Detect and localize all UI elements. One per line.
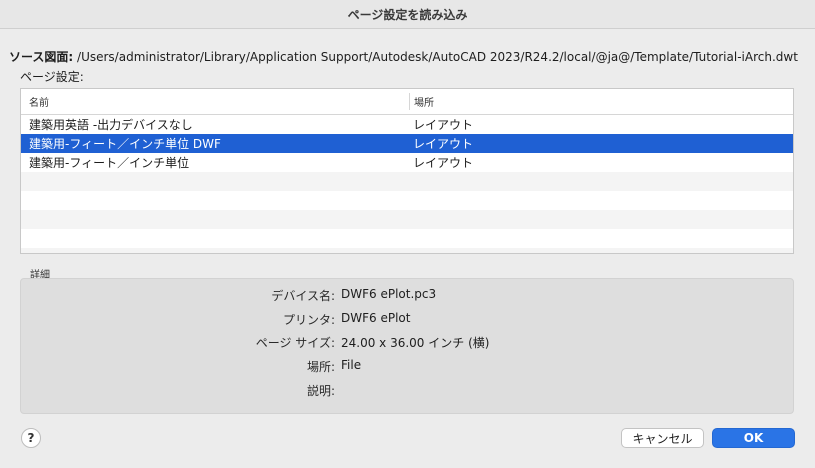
detail-printer: プリンタ: DWF6 ePlot [21, 311, 411, 329]
empty-row [21, 191, 793, 210]
empty-row [21, 229, 793, 248]
detail-key: ページ サイズ: [255, 336, 335, 350]
list-item-name: 建築用-フィート／インチ単位 DWF [29, 137, 221, 151]
column-header-location[interactable]: 場所 [409, 93, 793, 110]
source-drawing-path: /Users/administrator/Library/Application… [77, 50, 798, 64]
list-item-location: レイアウト [413, 156, 474, 170]
help-icon: ? [27, 431, 35, 445]
list-item-name: 建築用英語 -出力デバイスなし [29, 118, 193, 132]
list-item[interactable]: 建築用英語 -出力デバイスなし レイアウト [21, 115, 793, 134]
detail-value: DWF6 ePlot [341, 311, 411, 325]
detail-key: 場所: [306, 360, 335, 374]
column-header-name[interactable]: 名前 [21, 94, 409, 109]
list-item[interactable]: 建築用-フィート／インチ単位 レイアウト [21, 153, 793, 172]
ok-button[interactable]: OK [712, 428, 795, 448]
list-item-name: 建築用-フィート／インチ単位 [29, 156, 190, 170]
source-drawing-row: ソース図面: /Users/administrator/Library/Appl… [9, 48, 798, 65]
detail-value: File [341, 358, 362, 372]
page-setups-list[interactable]: 名前 場所 建築用英語 -出力デバイスなし レイアウト 建築用-フィート／インチ… [20, 88, 794, 254]
cancel-button[interactable]: キャンセル [621, 428, 704, 448]
empty-row [21, 172, 793, 191]
detail-device-name: デバイス名: DWF6 ePlot.pc3 [21, 287, 436, 305]
window-title: ページ設定を読み込み [347, 7, 468, 22]
list-item-selected[interactable]: 建築用-フィート／インチ単位 DWF レイアウト [21, 134, 793, 153]
detail-location: 場所: File [21, 358, 361, 376]
detail-value: DWF6 ePlot.pc3 [341, 287, 437, 301]
source-drawing-label: ソース図面: [9, 50, 74, 64]
empty-row [21, 210, 793, 229]
detail-key: 説明: [306, 384, 335, 398]
details-panel: デバイス名: DWF6 ePlot.pc3 プリンタ: DWF6 ePlot ペ… [20, 278, 794, 414]
help-button[interactable]: ? [21, 428, 41, 448]
detail-key: デバイス名: [271, 289, 335, 303]
list-item-location: レイアウト [413, 137, 474, 151]
empty-row [21, 248, 793, 253]
list-item-location: レイアウト [413, 118, 474, 132]
detail-description: 説明: [21, 382, 341, 400]
title-bar: ページ設定を読み込み [0, 0, 815, 29]
list-header: 名前 場所 [21, 89, 793, 115]
detail-page-size: ページ サイズ: 24.00 x 36.00 インチ (横) [21, 334, 490, 352]
page-setups-label: ページ設定: [20, 70, 84, 84]
detail-value [335, 382, 341, 400]
detail-value: 24.00 x 36.00 インチ (横) [341, 336, 490, 350]
detail-key: プリンタ: [282, 313, 335, 327]
